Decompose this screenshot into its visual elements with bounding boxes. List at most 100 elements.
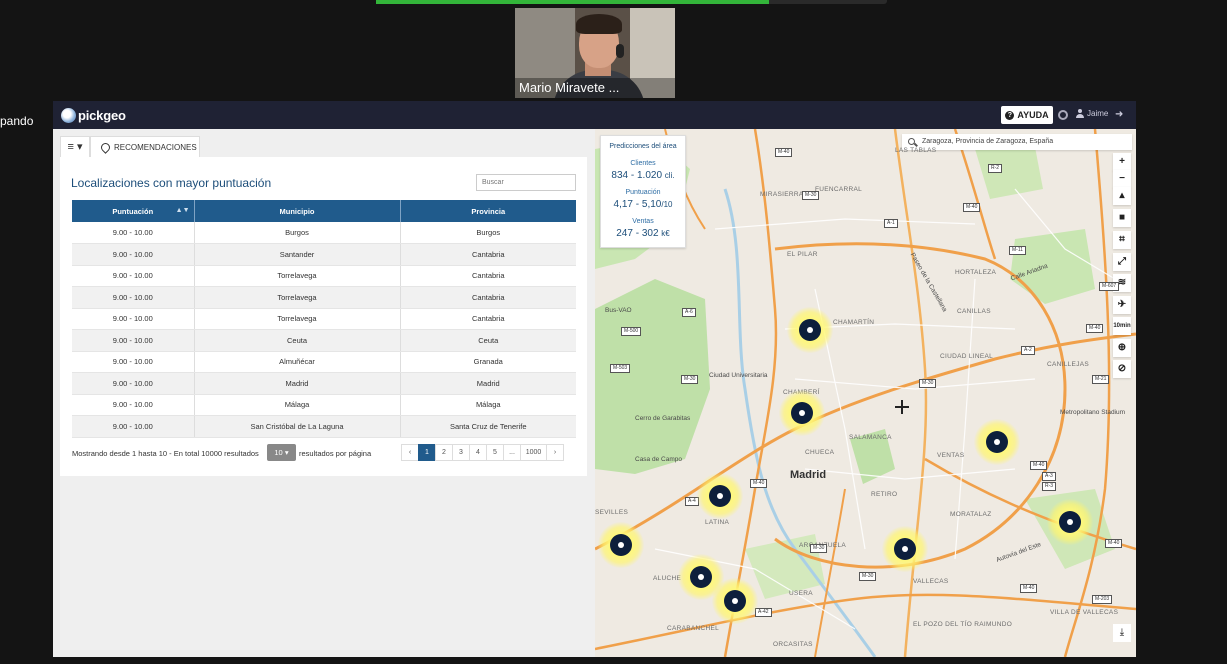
table-row[interactable]: 9.00 - 10.00 Madrid Madrid — [72, 372, 576, 395]
tab-recomendaciones-label: RECOMENDACIONES — [114, 142, 197, 152]
panel-title: Localizaciones con mayor puntuación — [71, 176, 272, 190]
road-sign: M-21 — [1092, 375, 1110, 384]
road-sign: M-203 — [1092, 595, 1113, 604]
pager-page[interactable]: ... — [503, 444, 521, 461]
column-header-label: Municipio — [279, 206, 315, 216]
table-row[interactable]: 9.00 - 10.00 Ceuta Ceuta — [72, 329, 576, 352]
logo[interactable]: pickgeo — [61, 106, 126, 124]
sort-icon: ▲▼ — [175, 207, 190, 214]
clients-value: 834 - 1.020 cli. — [601, 170, 685, 181]
user-menu[interactable]: Jaime — [1076, 109, 1108, 118]
cell-provincia: Málaga — [400, 394, 576, 416]
road-sign: A-2 — [1021, 346, 1035, 355]
cell-municipio: Burgos — [194, 222, 401, 244]
logout-icon[interactable]: ➜ — [1115, 109, 1123, 120]
predictions-title: Predicciones del área — [609, 143, 677, 150]
table-row[interactable]: 9.00 - 10.00 San Cristóbal de La Laguna Sa… — [72, 415, 576, 438]
location-marker[interactable] — [598, 522, 644, 568]
table-row[interactable]: 9.00 - 10.00 Torrelavega Cantabria — [72, 308, 576, 330]
map-view[interactable]: Predicciones del área Clientes 834 - 1.0… — [595, 129, 1136, 657]
cell-score: 9.00 - 10.00 — [72, 415, 195, 438]
location-marker[interactable] — [1047, 499, 1093, 545]
compass-button[interactable]: ▴ — [1113, 187, 1131, 205]
road-sign: M-30 — [802, 191, 820, 200]
cell-municipio: Santander — [194, 243, 401, 266]
cell-provincia: Santa Cruz de Tenerife — [400, 415, 576, 438]
cell-score: 9.00 - 10.00 — [72, 308, 195, 330]
column-header-municipio[interactable]: Municipio — [194, 200, 401, 222]
map-label-sevilles: SEVILLES — [595, 509, 629, 516]
location-marker[interactable] — [697, 473, 743, 519]
map-label-el-pozo: EL POZO DEL TÍO RAIMUNDO — [913, 621, 1013, 628]
meeting-progress-fill — [376, 0, 770, 4]
pager-page[interactable]: 5 — [486, 444, 504, 461]
column-header-provincia[interactable]: Provincia — [400, 200, 576, 222]
fullscreen-button[interactable]: ⤢ — [1113, 253, 1131, 271]
pager-page[interactable]: 2 — [435, 444, 453, 461]
crop-button[interactable]: ⌗ — [1113, 231, 1131, 249]
pager-page[interactable]: 1000 — [520, 444, 547, 461]
road-sign: M-40 — [1030, 461, 1048, 470]
score-value: 4,17 - 5,10/10 — [601, 199, 685, 210]
table-row[interactable]: 9.00 - 10.00 Torrelavega Cantabria — [72, 265, 576, 287]
cell-score: 9.00 - 10.00 — [72, 222, 195, 244]
search-icon — [908, 138, 915, 145]
table-search-input[interactable] — [476, 174, 576, 191]
table-row[interactable]: 9.00 - 10.00 Torrelavega Cantabria — [72, 286, 576, 309]
isochrone-button[interactable]: 10min — [1113, 317, 1131, 335]
column-header-puntuacion[interactable]: Puntuación ▲▼ — [72, 200, 195, 222]
table-body: 9.00 - 10.00 Burgos Burgos 9.00 - 10.00 Sant… — [72, 222, 576, 438]
table-row[interactable]: 9.00 - 10.00 Santander Cantabria — [72, 243, 576, 266]
table-row[interactable]: 9.00 - 10.00 Burgos Burgos — [72, 222, 576, 244]
pager-next[interactable]: › — [546, 444, 564, 461]
cell-score: 9.00 - 10.00 — [72, 243, 195, 266]
road-sign: M-40 — [775, 148, 793, 157]
map-label-bus-vao: Bus-VAO — [605, 307, 632, 314]
per-page-text: resultados por página — [299, 449, 372, 458]
pager-page[interactable]: 1 — [418, 444, 436, 461]
map-label-aluche: ALUCHE — [653, 575, 682, 582]
cell-provincia: Granada — [400, 351, 576, 373]
pager-prev[interactable]: ‹ — [401, 444, 419, 461]
zoom-in-button[interactable]: + — [1113, 153, 1131, 171]
question-circle-icon: ? — [1005, 110, 1015, 120]
zoom-out-button[interactable]: − — [1113, 170, 1131, 188]
side-caption: pando — [0, 114, 34, 128]
map-label-orcasitas: ORCASITAS — [773, 641, 813, 648]
road-sign: M-40 — [963, 203, 981, 212]
help-button[interactable]: ? AYUDA — [1001, 106, 1053, 124]
cell-score: 9.00 - 10.00 — [72, 329, 195, 352]
map-label-fuencarral: FUENCARRAL — [815, 186, 863, 193]
clients-range: 834 - 1.020 — [611, 170, 663, 181]
download-icon[interactable]: ⤓ — [1113, 624, 1131, 642]
participant-video-tile[interactable]: Mario Miravete ... — [515, 8, 675, 98]
location-marker[interactable] — [779, 390, 825, 436]
road-sign: M-30 — [859, 572, 877, 581]
pager-page[interactable]: 3 — [452, 444, 470, 461]
sales-unit: k€ — [661, 229, 670, 238]
lock-button[interactable]: ■ — [1113, 209, 1131, 227]
road-sign: M-40 — [1105, 539, 1123, 548]
pager-page[interactable]: 4 — [469, 444, 487, 461]
menu-dropdown-button[interactable]: ≡ ▾ — [60, 136, 90, 157]
table-row[interactable]: 9.00 - 10.00 Málaga Málaga — [72, 394, 576, 416]
location-marker[interactable] — [974, 419, 1020, 465]
map-label-usera: USERA — [789, 590, 813, 597]
tab-recomendaciones[interactable]: RECOMENDACIONES — [90, 136, 200, 157]
score-label: Puntuación — [625, 189, 661, 196]
page-size-select[interactable]: 10 ▾ — [267, 444, 296, 461]
walk-button[interactable]: ✈ — [1113, 296, 1131, 314]
location-marker[interactable] — [787, 307, 833, 353]
map-label-salamanca: SALAMANCA — [849, 434, 892, 441]
road-sign: M-30 — [919, 379, 937, 388]
cell-score: 9.00 - 10.00 — [72, 351, 195, 373]
globe-button[interactable]: ⊕ — [1113, 339, 1131, 357]
map-search-input[interactable]: Zaragoza, Provincia de Zaragoza, España — [902, 134, 1132, 150]
hide-button[interactable]: ⊘ — [1113, 360, 1131, 378]
table-row[interactable]: 9.00 - 10.00 Almuñécar Granada — [72, 351, 576, 373]
location-marker[interactable] — [712, 578, 758, 624]
location-marker[interactable] — [882, 526, 928, 572]
road-sign: A-3 — [1042, 472, 1056, 481]
gear-icon[interactable] — [1058, 110, 1068, 120]
panel-tabs: ≡ ▾ RECOMENDACIONES — [60, 136, 587, 157]
